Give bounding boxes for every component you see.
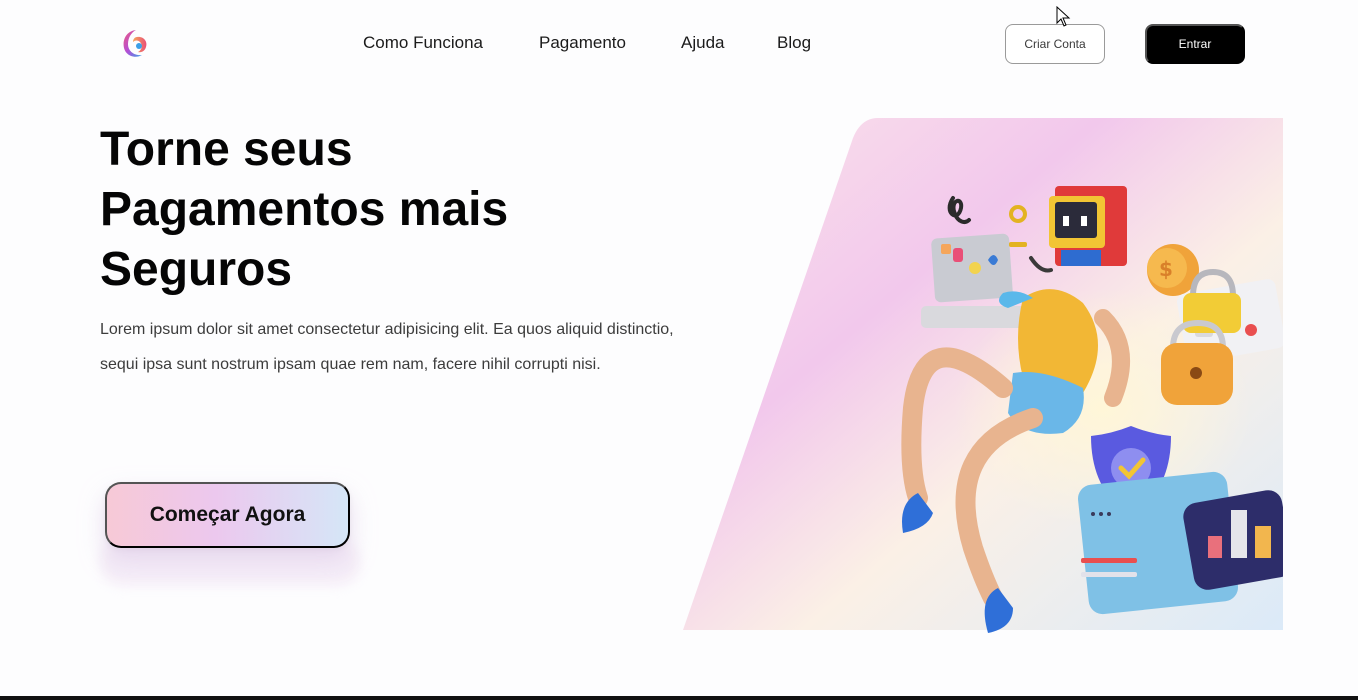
nav-link-blog[interactable]: Blog <box>777 33 811 53</box>
login-button[interactable]: Entrar <box>1145 24 1245 64</box>
hero-title-line-1: Torne seus <box>100 123 353 176</box>
get-started-button[interactable]: Começar Agora <box>105 482 350 548</box>
logo-icon[interactable] <box>119 27 153 61</box>
navbar: Como Funciona Pagamento Ajuda Blog Criar… <box>0 0 1358 88</box>
svg-text:$: $ <box>1159 257 1173 281</box>
hero-title-line-3: Seguros <box>100 243 293 296</box>
bottom-divider <box>0 696 1358 700</box>
mouse-pointer-icon <box>1056 5 1072 28</box>
nav-link-como-funciona[interactable]: Como Funciona <box>363 33 483 53</box>
hero-description: Lorem ipsum dolor sit amet consectetur a… <box>100 321 674 373</box>
nav-link-pagamento[interactable]: Pagamento <box>539 33 626 53</box>
hero-title: Torne seus Pagamentos mais Seguros <box>100 120 620 300</box>
hero-illustration: $ <box>683 118 1293 643</box>
hero-title-line-2: Pagamentos mais <box>100 183 509 236</box>
create-account-button[interactable]: Criar Conta <box>1005 24 1105 64</box>
nav-link-ajuda[interactable]: Ajuda <box>681 33 724 53</box>
monitor-icon <box>1049 186 1127 266</box>
